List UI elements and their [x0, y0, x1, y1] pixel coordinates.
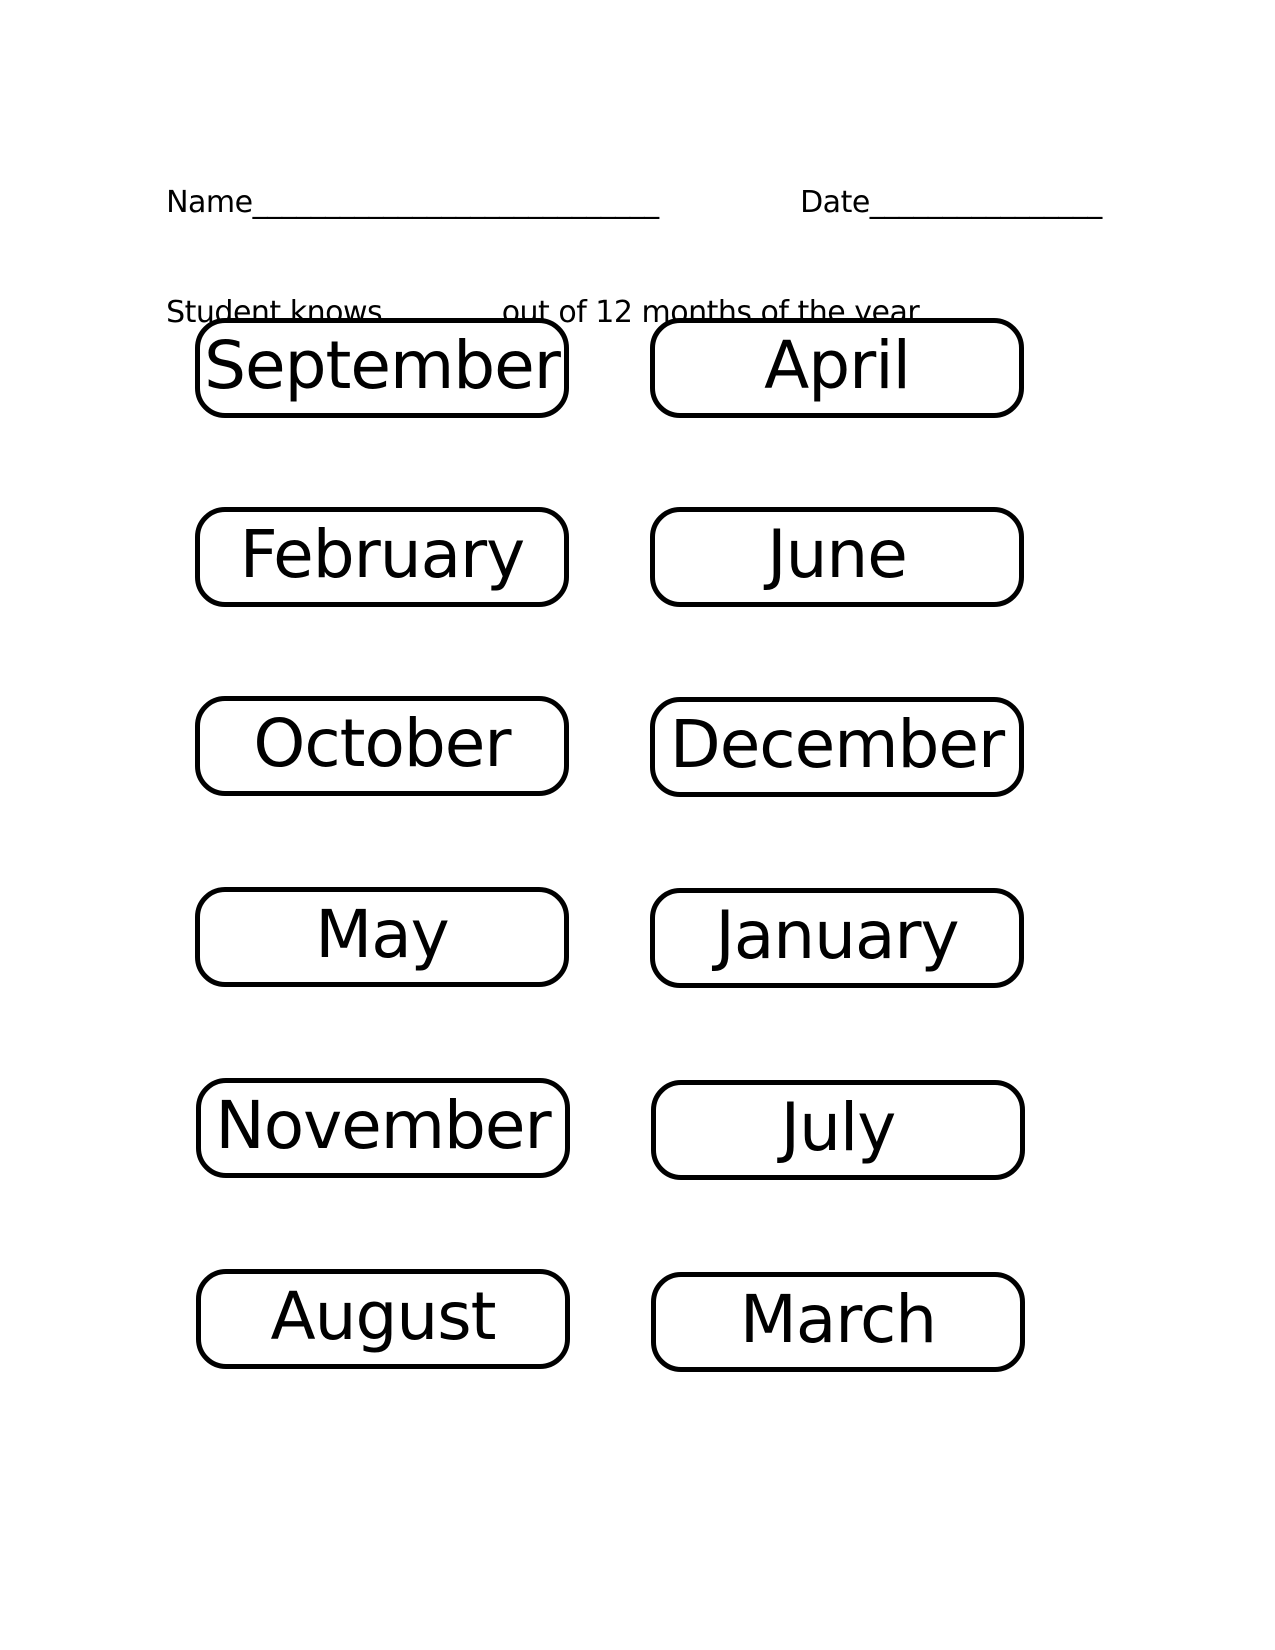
month-label: November [215, 1087, 551, 1164]
month-card: February [195, 507, 569, 607]
month-label: July [780, 1089, 897, 1166]
month-label: April [764, 327, 911, 404]
month-label: January [715, 897, 959, 974]
month-label: December [669, 706, 1005, 783]
month-card: October [195, 696, 569, 796]
date-field[interactable]: Date________________ [782, 150, 1102, 220]
month-card: May [195, 887, 569, 987]
month-card: November [196, 1078, 570, 1178]
month-card: September [195, 318, 569, 418]
month-card: July [651, 1080, 1025, 1180]
month-card: January [650, 888, 1024, 988]
name-blank[interactable]: ____________________________ [253, 185, 660, 220]
month-card: June [650, 507, 1024, 607]
month-card: March [651, 1272, 1025, 1372]
month-label: June [767, 516, 908, 593]
month-card: December [650, 697, 1024, 797]
date-blank[interactable]: ________________ [870, 185, 1103, 220]
month-label: March [739, 1281, 937, 1358]
month-label: September [204, 327, 561, 404]
month-card: August [196, 1269, 570, 1369]
month-label: February [239, 516, 525, 593]
name-field[interactable]: Name____________________________ [148, 150, 659, 220]
month-label: August [270, 1278, 497, 1355]
month-card: April [650, 318, 1024, 418]
date-label: Date [800, 185, 870, 220]
month-label: October [253, 705, 511, 782]
month-label: May [315, 896, 449, 973]
name-label: Name [166, 185, 253, 220]
